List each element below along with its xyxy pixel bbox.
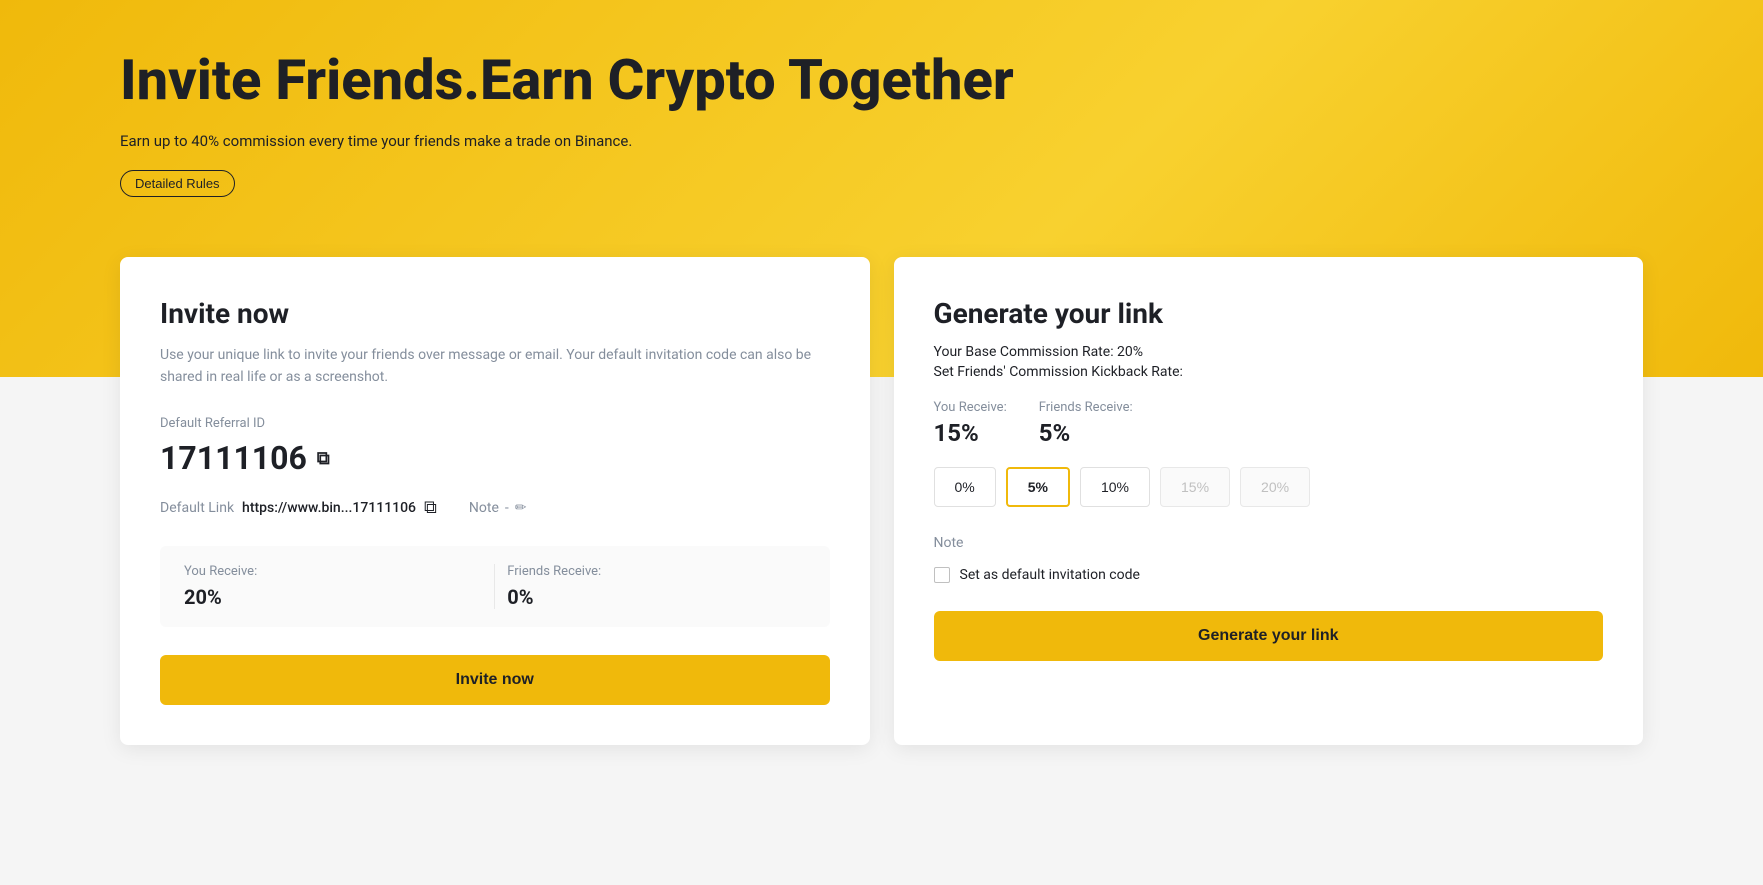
default-code-label: Set as default invitation code [960,567,1140,583]
rate-btn-15: 15% [1160,467,1230,507]
invite-card: Invite now Use your unique link to invit… [120,257,870,746]
default-link-label: Default Link [160,500,234,516]
rate-btn-20: 20% [1240,467,1310,507]
default-link-value: https://www.bin...17111106 [242,500,416,516]
link-copy-icon[interactable]: ⧉ [424,497,437,518]
gen-friends-receive-label: Friends Receive: [1039,400,1133,415]
referral-id-row: 17111106 ⧉ [160,439,830,477]
invite-card-description: Use your unique link to invite your frie… [160,344,830,389]
rate-btn-0[interactable]: 0% [934,467,996,507]
divider [494,564,495,609]
default-link-row: Default Link https://www.bin...17111106 … [160,497,830,518]
detailed-rules-button[interactable]: Detailed Rules [120,170,235,197]
note-section: Note - ✏ [469,500,527,516]
rate-buttons: 0% 5% 10% 15% 20% [934,467,1604,507]
rate-btn-10[interactable]: 10% [1080,467,1150,507]
referral-id-label: Default Referral ID [160,416,830,431]
hero-subtitle: Earn up to 40% commission every time you… [120,132,1643,150]
base-commission-label: Your Base Commission Rate: 20% [934,344,1604,360]
gen-you-receive-item: You Receive: 15% [934,400,1007,447]
friends-receive-item: Friends Receive: 0% [507,564,805,609]
set-friends-label: Set Friends' Commission Kickback Rate: [934,364,1604,380]
you-receive-value: 20% [184,585,482,609]
generate-link-button[interactable]: Generate your link [934,611,1604,661]
rate-row: You Receive: 15% Friends Receive: 5% [934,400,1604,447]
receive-box: You Receive: 20% Friends Receive: 0% [160,546,830,627]
friends-receive-label: Friends Receive: [507,564,805,579]
gen-friends-receive-value: 5% [1039,419,1133,447]
gen-friends-receive-item: Friends Receive: 5% [1039,400,1133,447]
friends-receive-value: 0% [507,585,805,609]
referral-id-value: 17111106 [160,439,307,477]
note-edit-icon[interactable]: ✏ [515,500,527,516]
note-value: - [505,500,509,516]
gen-note-label: Note [934,535,1604,551]
note-label: Note [469,500,499,516]
generate-card: Generate your link Your Base Commission … [894,257,1644,746]
rate-btn-5[interactable]: 5% [1006,467,1070,507]
gen-you-receive-value: 15% [934,419,1007,447]
invite-card-title: Invite now [160,297,830,330]
invite-now-button[interactable]: Invite now [160,655,830,705]
generate-card-title: Generate your link [934,297,1604,330]
referral-id-copy-icon[interactable]: ⧉ [317,448,330,469]
cards-container: Invite now Use your unique link to invit… [0,257,1763,746]
you-receive-item: You Receive: 20% [184,564,482,609]
default-code-checkbox[interactable] [934,567,950,583]
you-receive-label: You Receive: [184,564,482,579]
checkbox-row: Set as default invitation code [934,567,1604,583]
hero-title: Invite Friends.Earn Crypto Together [120,50,1643,112]
gen-you-receive-label: You Receive: [934,400,1007,415]
